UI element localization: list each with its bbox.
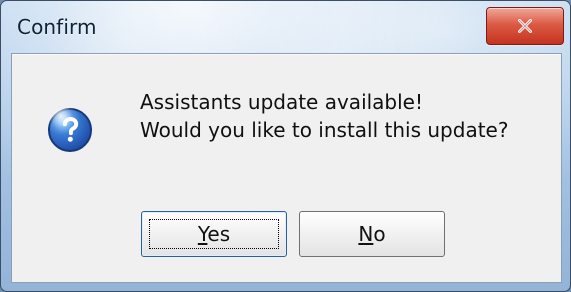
- confirm-dialog-window: Confirm Assistants update available! Wou…: [0, 0, 571, 292]
- question-icon: [48, 108, 92, 152]
- message-row: Assistants update available! Would you l…: [12, 54, 561, 184]
- yes-button-label: Yes: [198, 222, 230, 246]
- message-line-2: Would you like to install this update?: [140, 118, 509, 142]
- close-icon: [518, 19, 532, 33]
- no-mnemonic: N: [358, 222, 374, 246]
- yes-rest: es: [207, 222, 231, 246]
- yes-button[interactable]: Yes: [141, 211, 287, 257]
- title-bar[interactable]: Confirm: [1, 1, 570, 46]
- dialog-client-area: Assistants update available! Would you l…: [11, 53, 562, 283]
- yes-mnemonic: Y: [197, 222, 208, 246]
- window-title: Confirm: [17, 15, 97, 39]
- message-line-1: Assistants update available!: [140, 90, 424, 114]
- button-row: Yes No: [12, 199, 561, 269]
- no-button-label: No: [358, 222, 385, 246]
- message-text: Assistants update available! Would you l…: [140, 88, 508, 144]
- close-button[interactable]: [486, 7, 564, 45]
- no-button[interactable]: No: [299, 211, 445, 257]
- no-rest: o: [373, 222, 386, 246]
